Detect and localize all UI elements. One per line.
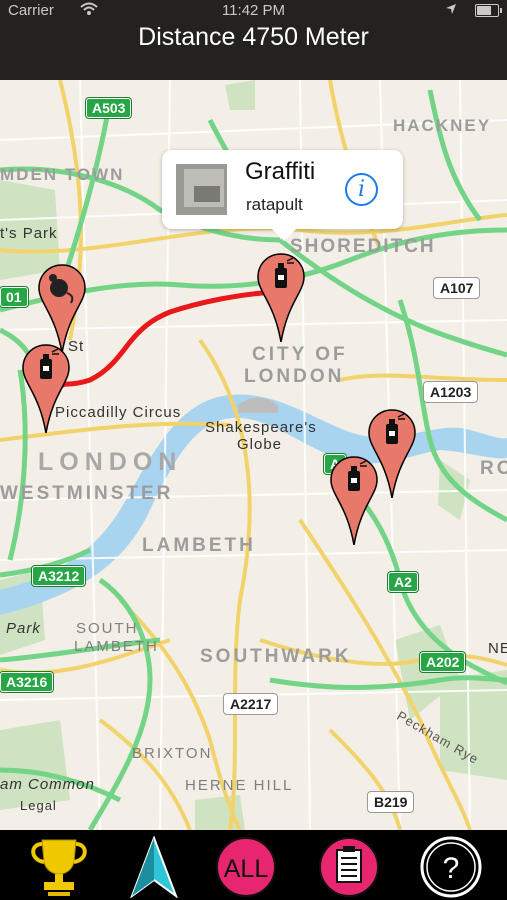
place-westminster: WESTMINSTER bbox=[0, 483, 174, 504]
place-london: LONDON bbox=[38, 448, 183, 476]
map-pin-rat[interactable] bbox=[37, 263, 87, 354]
place-brixton: BRIXTON bbox=[132, 745, 213, 762]
help-tab[interactable]: ? bbox=[420, 836, 482, 898]
place-piccadilly-circus: Piccadilly Circus bbox=[55, 404, 182, 421]
trophy-tab[interactable] bbox=[24, 836, 87, 896]
place-south-lambeth: LAMBETH bbox=[74, 638, 159, 655]
info-button[interactable]: i bbox=[345, 173, 378, 206]
legal-link[interactable]: Legal bbox=[20, 798, 57, 813]
road-a3216: A3216 bbox=[0, 672, 54, 692]
road-a1203: A1203 bbox=[424, 382, 478, 402]
map-pin-spraycan-graffiti[interactable] bbox=[256, 252, 306, 343]
road-a3212: A3212 bbox=[32, 566, 86, 586]
place-london-city: LONDON bbox=[244, 366, 345, 387]
callout-subtitle: ratapult bbox=[246, 195, 303, 214]
place-southwark: SOUTHWARK bbox=[200, 646, 352, 667]
map-pin-spraycan-piccadilly[interactable] bbox=[21, 343, 71, 434]
place-south: SOUTH bbox=[76, 620, 139, 637]
place-shakespeares: Shakespeare's bbox=[205, 419, 317, 436]
battery-icon bbox=[475, 4, 502, 17]
road-a01: 01 bbox=[0, 287, 28, 307]
clock: 11:42 PM bbox=[221, 2, 286, 19]
all-filter-icon: ALL bbox=[216, 837, 276, 897]
road-a2217: A2217 bbox=[224, 694, 278, 714]
trophy-icon bbox=[31, 839, 87, 896]
place-ne: NE bbox=[488, 640, 507, 657]
place-camden-town: MDEN TOWN bbox=[0, 165, 125, 184]
navigation-tab[interactable] bbox=[124, 836, 186, 898]
callout-title: Graffiti bbox=[245, 158, 316, 185]
place-hackney: HACKNEY bbox=[393, 116, 492, 135]
place-lambeth: LAMBETH bbox=[142, 535, 256, 556]
location-arrow-icon bbox=[445, 2, 457, 19]
tab-bar: ALL ? bbox=[0, 830, 507, 900]
help-icon: ? bbox=[420, 836, 482, 898]
annotation-callout[interactable]: Graffiti ratapult i bbox=[162, 150, 403, 241]
place-globe: Globe bbox=[237, 436, 283, 453]
road-a2: A2 bbox=[388, 572, 418, 592]
distance-title: Distance 4750 Meter bbox=[138, 23, 369, 51]
place-park: Park bbox=[6, 620, 41, 637]
place-clapham-common: am Common bbox=[0, 776, 95, 793]
navigation-arrow-icon bbox=[130, 836, 178, 898]
place-herne-hill: HERNE HILL bbox=[185, 777, 294, 794]
place-city-of: CITY OF bbox=[252, 344, 348, 365]
svg-text:?: ? bbox=[443, 852, 460, 885]
graffiti-thumbnail bbox=[176, 164, 227, 215]
road-a503: A503 bbox=[86, 98, 132, 118]
clipboard-list-icon bbox=[319, 837, 379, 897]
road-a202: A202 bbox=[420, 652, 466, 672]
place-shoreditch: SHOREDITCH bbox=[290, 236, 436, 257]
map-pin-spraycan-southeast[interactable] bbox=[329, 455, 379, 546]
road-b219: B219 bbox=[368, 792, 414, 812]
list-tab[interactable] bbox=[318, 836, 380, 897]
road-a107: A107 bbox=[434, 278, 480, 298]
place-ro: RO bbox=[480, 458, 507, 479]
place-regents-park: t's Park bbox=[0, 225, 58, 242]
status-bar: Carrier 11:42 PM bbox=[0, 0, 507, 20]
all-label: ALL bbox=[224, 855, 269, 883]
all-filter-tab[interactable]: ALL bbox=[215, 836, 277, 897]
